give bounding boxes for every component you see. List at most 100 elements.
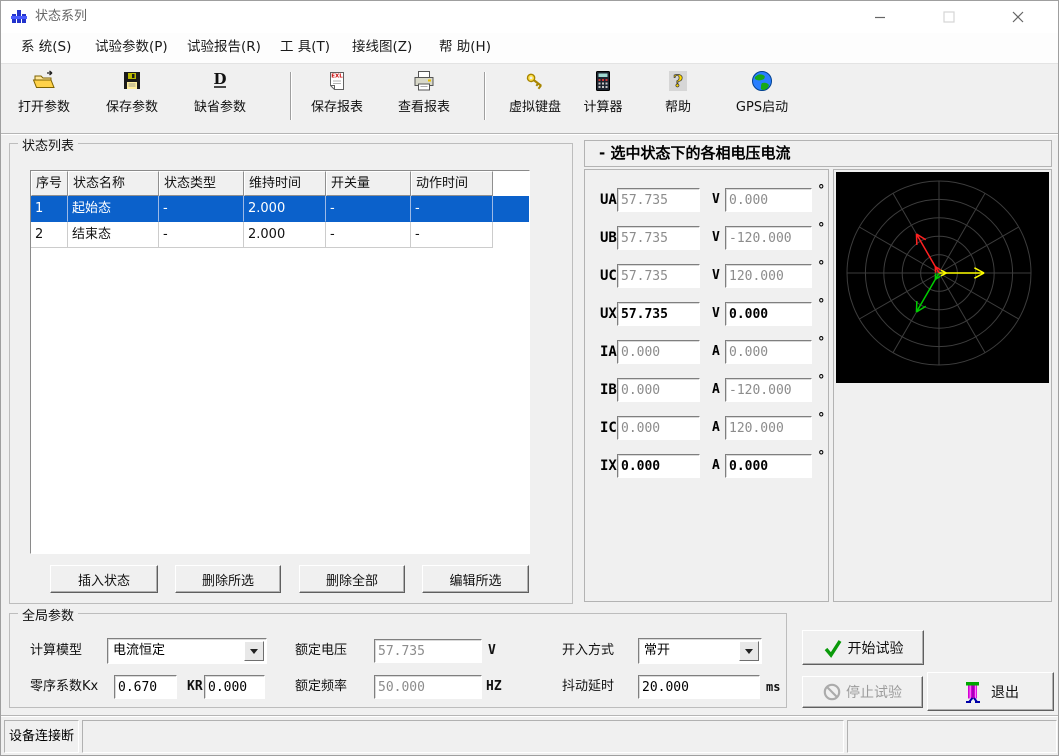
- svg-text:?: ?: [673, 72, 683, 92]
- window-title: 状态系列: [35, 1, 87, 33]
- rated-freq-input[interactable]: [374, 675, 482, 699]
- save-params-button[interactable]: 保存参数: [95, 67, 169, 129]
- unit-label: A: [712, 378, 720, 402]
- ia-angle-input[interactable]: [725, 340, 812, 364]
- uc-angle-input[interactable]: [725, 264, 812, 288]
- state-table[interactable]: 序号 状态名称 状态类型 维持时间 开关量 动作时间 1 起始态 - 2.000…: [30, 170, 530, 554]
- open-params-button[interactable]: 打开参数: [7, 67, 81, 129]
- stop-test-label: 停止试验: [846, 682, 902, 702]
- menu-system[interactable]: 系 统(S): [17, 33, 75, 62]
- calc-model-select[interactable]: 电流恒定: [107, 638, 267, 664]
- toolbar-label: 缺省参数: [194, 100, 246, 115]
- degree-symbol: °: [818, 221, 825, 236]
- ub-angle-input[interactable]: [725, 226, 812, 250]
- view-report-icon: [412, 69, 436, 93]
- default-params-icon: D: [208, 69, 232, 93]
- debounce-input[interactable]: [638, 675, 760, 699]
- degree-symbol: °: [818, 183, 825, 198]
- default-params-button[interactable]: D 缺省参数: [183, 67, 257, 129]
- table-row[interactable]: 1 起始态 - 2.000 - -: [31, 196, 529, 222]
- chevron-down-icon[interactable]: [244, 641, 264, 661]
- app-icon: [10, 8, 28, 26]
- calculator-button[interactable]: 计算器: [572, 67, 634, 129]
- delete-all-button[interactable]: 删除全部: [299, 565, 405, 593]
- title-bar: 状态系列: [1, 1, 1058, 33]
- ua-value-input[interactable]: [617, 188, 700, 212]
- ia-value-input[interactable]: [617, 340, 700, 364]
- degree-symbol: °: [818, 411, 825, 426]
- phase-panel-title: - 选中状态下的各相电压电流: [584, 140, 1052, 167]
- toolbar-label: 保存参数: [106, 100, 158, 115]
- start-test-button[interactable]: 开始试验: [802, 630, 924, 665]
- edit-selected-button[interactable]: 编辑所选: [422, 565, 529, 593]
- ic-angle-input[interactable]: [725, 416, 812, 440]
- help-button[interactable]: ? 帮助: [651, 67, 705, 129]
- cell-hold-time: 2.000: [244, 222, 326, 248]
- maximize-button[interactable]: [926, 1, 972, 32]
- virtual-keyboard-button[interactable]: 虚拟键盘: [498, 67, 572, 129]
- toolbar-label: 帮助: [665, 100, 691, 115]
- ux-angle-input[interactable]: [725, 302, 812, 326]
- global-params-groupbox: 全局参数 计算模型 电流恒定 额定电压 V 零序系数Kx KR 额定频率 HZ …: [9, 613, 787, 708]
- save-report-button[interactable]: EXL 保存报表: [300, 67, 374, 129]
- rated-voltage-label: 额定电压: [295, 638, 347, 664]
- phase-label: UC: [600, 264, 617, 288]
- unit-label: A: [712, 340, 720, 364]
- menu-bar: 系 统(S) 试验参数(P) 试验报告(R) 工 具(T) 接线图(Z) 帮 助…: [1, 33, 1058, 64]
- minimize-icon: [874, 11, 886, 23]
- phase-label: IX: [600, 454, 617, 478]
- ix-angle-input[interactable]: [725, 454, 812, 478]
- phase-label: UB: [600, 226, 617, 250]
- status-connection: 设备连接断开: [4, 720, 79, 753]
- ic-value-input[interactable]: [617, 416, 700, 440]
- svg-text:EXL: EXL: [331, 74, 343, 80]
- unit-label: V: [712, 188, 720, 212]
- degree-symbol: °: [818, 259, 825, 274]
- virtual-keyboard-icon: [523, 69, 547, 93]
- insert-state-button[interactable]: 插入状态: [50, 565, 158, 593]
- unit-label: A: [712, 416, 720, 440]
- save-icon: [120, 69, 144, 93]
- rated-voltage-unit: V: [488, 638, 496, 664]
- gps-globe-icon: [750, 69, 774, 93]
- toolbar-label: 保存报表: [311, 100, 363, 115]
- delete-selected-button[interactable]: 删除所选: [175, 565, 281, 593]
- state-table-header: 序号 状态名称 状态类型 维持时间 开关量 动作时间: [31, 171, 529, 196]
- toolbar-separator: [290, 72, 292, 120]
- input-mode-select[interactable]: 常开: [638, 638, 762, 664]
- zero-seq-input[interactable]: [114, 675, 177, 699]
- rated-voltage-input[interactable]: [374, 639, 482, 663]
- ix-value-input[interactable]: [617, 454, 700, 478]
- phase-label: UA: [600, 188, 617, 212]
- exit-label: 退出: [991, 682, 1019, 702]
- kr-input[interactable]: [204, 675, 265, 699]
- menu-test-report[interactable]: 试验报告(R): [183, 33, 265, 62]
- exit-button[interactable]: 退出: [927, 672, 1054, 711]
- chevron-down-icon[interactable]: [739, 641, 759, 661]
- menu-test-params[interactable]: 试验参数(P): [91, 33, 172, 62]
- calc-model-label: 计算模型: [30, 638, 82, 664]
- uc-value-input[interactable]: [617, 264, 700, 288]
- debounce-unit: ms: [766, 674, 780, 700]
- column-header: 动作时间: [411, 171, 493, 196]
- column-header: 状态名称: [68, 171, 159, 196]
- view-report-button[interactable]: 查看报表: [387, 67, 461, 129]
- state-list-group-title: 状态列表: [18, 135, 78, 154]
- close-button[interactable]: [995, 1, 1041, 32]
- ux-value-input[interactable]: [617, 302, 700, 326]
- ib-value-input[interactable]: [617, 378, 700, 402]
- column-header: 状态类型: [159, 171, 244, 196]
- gps-start-button[interactable]: GPS启动: [719, 67, 805, 129]
- minimize-button[interactable]: [857, 1, 903, 32]
- ub-value-input[interactable]: [617, 226, 700, 250]
- ib-angle-input[interactable]: [725, 378, 812, 402]
- menu-wiring[interactable]: 接线图(Z): [348, 33, 416, 62]
- cell-seq: 1: [31, 196, 68, 222]
- table-row[interactable]: 2 结束态 - 2.000 - -: [31, 222, 529, 248]
- ua-angle-input[interactable]: [725, 188, 812, 212]
- input-mode-label: 开入方式: [562, 638, 614, 664]
- menu-help[interactable]: 帮 助(H): [435, 33, 495, 62]
- save-report-icon: EXL: [325, 69, 349, 93]
- kr-label: KR: [187, 674, 203, 700]
- menu-tools[interactable]: 工 具(T): [276, 33, 334, 62]
